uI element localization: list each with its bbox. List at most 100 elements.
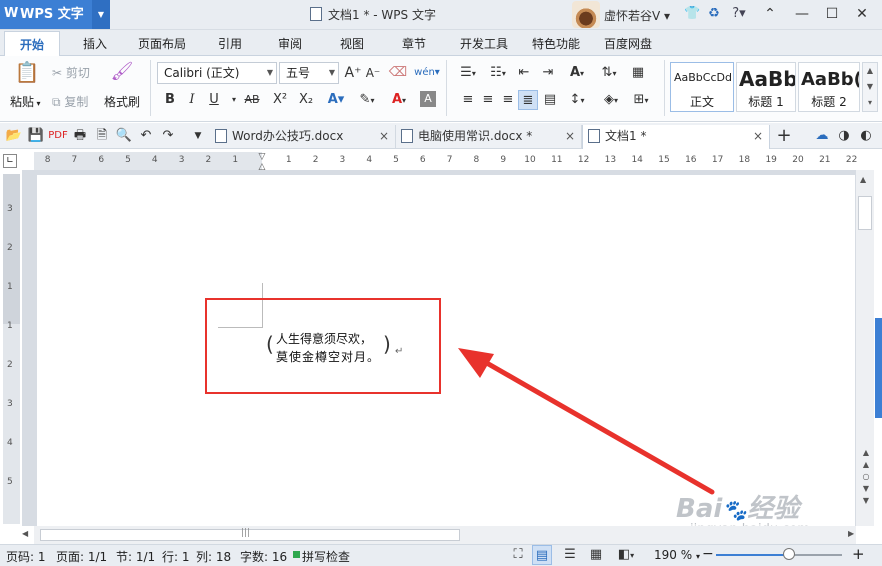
scroll-thumb[interactable] [858,196,872,230]
page-nav-icons[interactable]: ▲ ▲ ○ ▼ ▼ [860,447,872,507]
paste-icon[interactable]: 📋 [14,62,40,88]
shrink-font-icon[interactable]: A⁻ [363,63,383,83]
close-icon[interactable]: × [753,125,763,147]
outline-view-icon[interactable]: ☰ [560,545,580,565]
customize-toolbar-icon[interactable]: ▼ [188,126,208,146]
doc-tab-active[interactable]: 文档1 * × [582,125,770,149]
skin-icon[interactable]: ♻ [706,5,722,23]
save-icon[interactable]: 💾 [26,126,46,146]
table-icon[interactable]: ▦ [628,63,648,83]
open-folder-icon[interactable]: 📂 [4,126,24,146]
horizontal-ruler[interactable]: 8 7 6 5 4 3 2 1 1 2 3 4 5 6 7 8 9 10 11 12 13 14 15 16 17 18 19 20 2… [34,152,857,170]
find-icon[interactable]: 🔍 [114,126,134,146]
close-icon[interactable]: × [565,125,575,147]
tab-special[interactable]: 特色功能 [524,31,588,56]
format-painter-icon[interactable]: 🖌 [110,62,134,88]
user-name[interactable]: 虚怀若谷V ▾ [604,7,670,24]
grow-font-icon[interactable]: A⁺ [343,63,363,83]
zoom-out-icon[interactable]: − [702,546,714,562]
font-size-select[interactable]: 五号 ▼ [279,62,339,84]
align-center-icon[interactable]: ≡ [478,90,498,110]
justify-icon[interactable]: ≣ [518,90,538,110]
indent-marker-icon[interactable]: ▽ △ [257,152,267,172]
distributed-align-icon[interactable]: ▤ [540,90,560,110]
more-icon[interactable]: ◐ [856,126,876,146]
document-page[interactable] [37,175,855,526]
status-row[interactable]: 行: 1 [162,548,190,565]
bullet-list-icon[interactable]: ☰▾ [454,63,482,83]
clear-format-icon[interactable]: ⌫ [388,63,408,83]
avatar[interactable] [572,1,600,28]
status-words[interactable]: 字数: 16 [240,548,287,565]
print-preview-icon[interactable]: 🗎 [92,126,112,146]
zoom-slider-handle[interactable] [783,548,796,560]
line-spacing-icon[interactable]: ↕▾ [564,90,590,110]
zoom-in-icon[interactable]: + [852,545,865,563]
scroll-left-icon[interactable]: ◀ [22,529,28,538]
align-left-icon[interactable]: ≡ [458,90,478,110]
spell-check-button[interactable]: 拼写检查 [302,548,350,565]
italic-button[interactable]: I [182,90,202,110]
sort-icon[interactable]: ⇅▾ [596,63,622,83]
format-painter-button[interactable]: 格式刷 [104,93,140,110]
paste-button[interactable]: 粘贴 ▾ [10,93,41,110]
numbered-list-icon[interactable]: ☷▾ [484,63,512,83]
minimize-button[interactable]: — [792,4,812,24]
scroll-right-icon[interactable]: ▶ [848,529,854,538]
cut-button[interactable]: ✂ 剪切 [52,64,90,81]
tab-chapter[interactable]: 章节 [390,31,438,56]
style-heading-2[interactable]: AaBb( 标题 2 [798,62,860,112]
export-pdf-icon[interactable]: PDF [48,126,68,146]
collapse-ribbon-icon[interactable]: ⌃ [760,4,780,24]
copy-button[interactable]: ⧉ 复制 [52,93,88,110]
new-tab-icon[interactable]: + [774,126,794,146]
style-heading-1[interactable]: AaBb 标题 1 [736,62,796,112]
status-section[interactable]: 节: 1/1 [116,548,155,565]
tab-insert[interactable]: 插入 [70,31,120,56]
full-screen-icon[interactable]: ⛶ [508,545,528,565]
tab-review[interactable]: 审阅 [266,31,314,56]
page-view-icon[interactable]: ▤ [532,545,552,565]
tab-baidu-netdisk[interactable]: 百度网盘 [596,31,660,56]
side-panel-toggle[interactable] [875,318,882,418]
tab-stop-icon[interactable]: ∟ [3,154,17,168]
cloud-icon[interactable]: ☁ [812,126,832,146]
maximize-button[interactable]: ☐ [822,4,842,24]
font-family-select[interactable]: Calibri (正文) ▼ [157,62,277,84]
align-right-icon[interactable]: ≡ [498,90,518,110]
close-button[interactable]: ✕ [852,4,872,24]
horizontal-scroll-thumb[interactable]: ||| [40,528,460,541]
char-shading-icon[interactable]: A [420,91,436,107]
status-page[interactable]: 页码: 1 [6,548,46,565]
shading-icon[interactable]: ◈▾ [598,90,624,110]
superscript-button[interactable]: X² [270,90,290,110]
tab-developer[interactable]: 开发工具 [452,31,516,56]
help-icon[interactable]: ?▾ [728,5,750,23]
bold-button[interactable]: B [160,90,180,110]
web-view-icon[interactable]: ▦ [586,545,606,565]
status-col[interactable]: 列: 18 [196,548,231,565]
doc-tab[interactable]: 电脑使用常识.docx * × [396,125,582,149]
share-icon[interactable]: ◑ [834,126,854,146]
underline-button[interactable]: U [204,90,224,110]
tab-page-layout[interactable]: 页面布局 [130,31,194,56]
undo-icon[interactable]: ↶ [136,126,156,146]
shirt-icon[interactable]: 👕 [684,5,700,23]
status-pages[interactable]: 页面: 1/1 [56,548,107,565]
zoom-level[interactable]: 190 % ▾ [654,548,700,562]
chevron-down-icon[interactable]: ▼ [92,0,110,29]
subscript-button[interactable]: X₂ [296,90,316,110]
scroll-up-icon[interactable]: ▲ [860,175,866,184]
borders-icon[interactable]: ⊞▾ [628,90,654,110]
highlight-icon[interactable]: ✎▾ [354,90,380,110]
style-scroll-icon[interactable]: ▲ ▼ ▾ [862,62,878,112]
reading-mode-icon[interactable]: ◧▾ [612,545,640,565]
vertical-ruler[interactable]: 3 2 1 1 2 3 4 5 [3,174,20,524]
strikethrough-button[interactable]: AB [240,90,264,110]
phonetic-guide-icon[interactable]: wén▾ [414,63,440,83]
redo-icon[interactable]: ↷ [158,126,178,146]
app-menu-button[interactable]: W WPS 文字 ▼ [0,0,110,29]
tab-start[interactable]: 开始 [4,31,60,56]
style-normal[interactable]: AaBbCcDd 正文 [670,62,734,112]
increase-indent-icon[interactable]: ⇥ [538,63,558,83]
